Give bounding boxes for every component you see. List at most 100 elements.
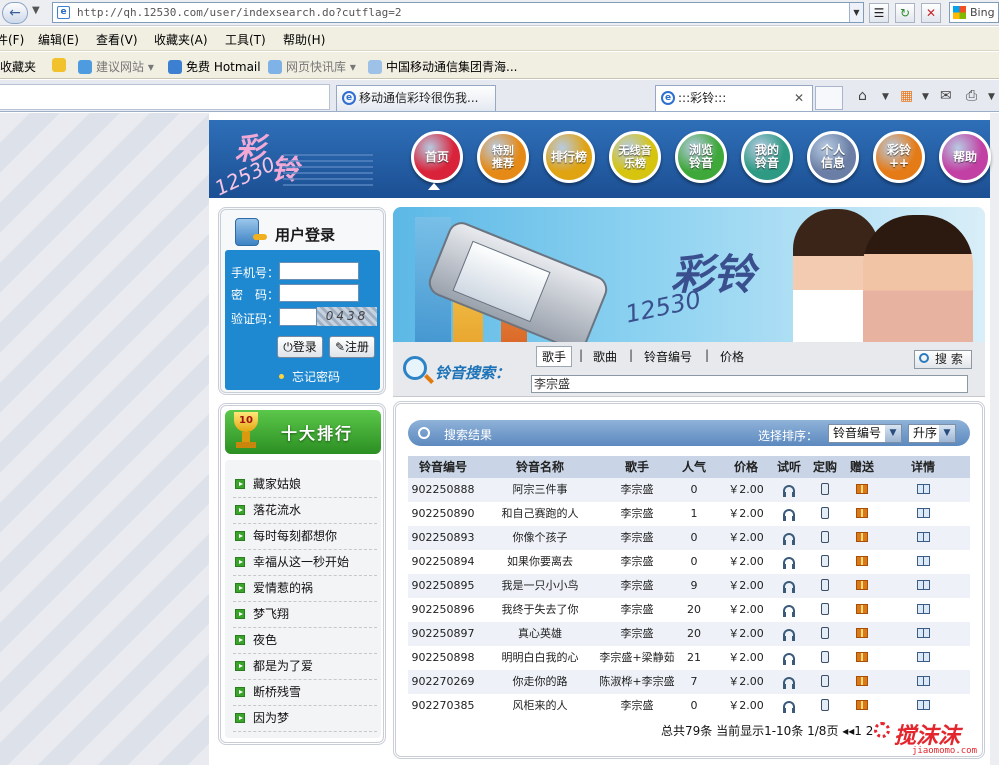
gift-icon[interactable]: [856, 556, 868, 566]
listen-headphone-icon[interactable]: [783, 533, 795, 545]
order-phone-icon[interactable]: [821, 555, 829, 567]
details-book-icon[interactable]: [916, 580, 930, 590]
nav-my-ringtones[interactable]: 我的铃音: [741, 131, 793, 183]
captcha-input[interactable]: [279, 308, 317, 326]
print-icon[interactable]: ⎙: [966, 88, 977, 104]
rank-item[interactable]: 藏家姑娘: [233, 472, 377, 498]
forgot-password-link[interactable]: 忘记密码: [279, 368, 340, 385]
details-book-icon[interactable]: [916, 676, 930, 686]
ringtone-name-cell[interactable]: 你走你的路: [480, 670, 600, 694]
register-button[interactable]: ✎注册: [329, 336, 375, 358]
ringtone-name-cell[interactable]: 明明白白我的心: [480, 646, 600, 670]
menu-file[interactable]: 件(F): [0, 31, 24, 48]
rank-item[interactable]: 断桥残雪: [233, 680, 377, 706]
menu-edit[interactable]: 编辑(E): [38, 31, 79, 48]
ringtone-name-cell[interactable]: 风柜来的人: [480, 694, 600, 718]
listen-headphone-icon[interactable]: [783, 653, 795, 665]
tab-mobile-ringtone[interactable]: e 移动通信彩玲很伤我...: [336, 85, 496, 111]
rank-item[interactable]: 落花流水: [233, 498, 377, 524]
search-box[interactable]: Bing: [949, 2, 999, 23]
fav-suggested-sites[interactable]: 建议网站 ▾: [78, 58, 154, 75]
listen-headphone-icon[interactable]: [783, 581, 795, 593]
nav-personal-info[interactable]: 个人信息: [807, 131, 859, 183]
rank-item[interactable]: 梦飞翔: [233, 602, 377, 628]
close-tab-icon[interactable]: ✕: [794, 86, 804, 110]
ringtone-name-cell[interactable]: 和自己赛跑的人: [480, 502, 600, 526]
nav-wireless-music[interactable]: 无线音乐榜: [609, 131, 661, 183]
feeds-icon[interactable]: ▦: [900, 88, 913, 104]
listen-headphone-icon[interactable]: [783, 629, 795, 641]
rank-item[interactable]: 每时每刻都想你: [233, 524, 377, 550]
order-phone-icon[interactable]: [821, 675, 829, 687]
search-tab-singer[interactable]: 歌手: [536, 346, 573, 367]
url-dropdown-icon[interactable]: ▼: [849, 3, 863, 22]
order-phone-icon[interactable]: [821, 483, 829, 495]
home-dropdown-icon[interactable]: ▼: [882, 92, 889, 102]
gift-icon[interactable]: [856, 652, 868, 662]
nav-browse-ringtones[interactable]: 浏览铃音: [675, 131, 727, 183]
ringtone-name-cell[interactable]: 如果你要离去: [480, 550, 600, 574]
order-phone-icon[interactable]: [821, 579, 829, 591]
order-phone-icon[interactable]: [821, 531, 829, 543]
gift-icon[interactable]: [856, 484, 868, 494]
nav-charts[interactable]: 排行榜: [543, 131, 595, 183]
details-book-icon[interactable]: [916, 484, 930, 494]
details-book-icon[interactable]: [916, 700, 930, 710]
menu-tools[interactable]: 工具(T): [225, 31, 266, 48]
order-phone-icon[interactable]: [821, 507, 829, 519]
listen-headphone-icon[interactable]: [783, 485, 795, 497]
search-tab-ringtone-id[interactable]: 铃音编号: [644, 348, 692, 365]
phone-input[interactable]: [279, 262, 359, 280]
mail-icon[interactable]: ✉: [940, 88, 952, 104]
ringtone-name-cell[interactable]: 真心英雄: [480, 622, 600, 646]
rank-item[interactable]: 幸福从这一秒开始: [233, 550, 377, 576]
menu-favorites[interactable]: 收藏夹(A): [154, 31, 208, 48]
sort-order-select[interactable]: 升序 ▼: [908, 424, 956, 443]
favorites-label[interactable]: 收藏夹: [0, 58, 36, 75]
gift-icon[interactable]: [856, 676, 868, 686]
search-tab-price[interactable]: 价格: [720, 348, 744, 365]
rank-item[interactable]: 爱情惹的祸: [233, 576, 377, 602]
ringtone-name-cell[interactable]: 我是一只小小鸟: [480, 574, 600, 598]
rank-item[interactable]: 都是为了爱: [233, 654, 377, 680]
login-button[interactable]: ⏻登录: [277, 336, 323, 358]
password-input[interactable]: [279, 284, 359, 302]
tab-ringtone-active[interactable]: e :::彩铃::: ✕: [655, 85, 813, 111]
rank-item[interactable]: 夜色: [233, 628, 377, 654]
print-dropdown-icon[interactable]: ▼: [988, 92, 995, 102]
order-phone-icon[interactable]: [821, 603, 829, 615]
menu-help[interactable]: 帮助(H): [283, 31, 325, 48]
stop-icon[interactable]: ✕: [921, 3, 941, 23]
nav-help[interactable]: 帮助: [939, 131, 991, 183]
nav-home[interactable]: 首页: [411, 131, 463, 183]
details-book-icon[interactable]: [916, 508, 930, 518]
details-book-icon[interactable]: [916, 532, 930, 542]
compatibility-icon[interactable]: ☰: [869, 3, 889, 23]
favorites-star-icon[interactable]: [52, 58, 70, 72]
details-book-icon[interactable]: [916, 652, 930, 662]
nav-ringtone-plus[interactable]: 彩铃++: [873, 131, 925, 183]
details-book-icon[interactable]: [916, 556, 930, 566]
url-field[interactable]: e http://qh.12530.com/user/indexsearch.d…: [52, 2, 864, 23]
search-input[interactable]: 李宗盛: [531, 375, 968, 393]
back-button[interactable]: ←: [2, 2, 28, 24]
nav-special-recommend[interactable]: 特别推荐: [477, 131, 529, 183]
gift-icon[interactable]: [856, 532, 868, 542]
history-dropdown-icon[interactable]: ▼: [32, 5, 40, 16]
listen-headphone-icon[interactable]: [783, 605, 795, 617]
gift-icon[interactable]: [856, 580, 868, 590]
new-tab-button[interactable]: [815, 86, 843, 110]
listen-headphone-icon[interactable]: [783, 677, 795, 689]
ringtone-name-cell[interactable]: 阿宗三件事: [480, 478, 600, 502]
details-book-icon[interactable]: [916, 628, 930, 638]
refresh-icon[interactable]: ↻: [895, 3, 915, 23]
sort-field-select[interactable]: 铃音编号 ▼: [828, 424, 902, 443]
fav-hotmail[interactable]: 免费 Hotmail: [168, 58, 261, 75]
gift-icon[interactable]: [856, 700, 868, 710]
order-phone-icon[interactable]: [821, 651, 829, 663]
feeds-dropdown-icon[interactable]: ▼: [922, 92, 929, 102]
details-book-icon[interactable]: [916, 604, 930, 614]
pagination[interactable]: 总共79条 当前显示1-10条 1/8页 ◂◂1 2: [661, 722, 873, 739]
search-tab-song[interactable]: 歌曲: [593, 348, 617, 365]
fav-webslice-gallery[interactable]: 网页快讯库 ▾: [268, 58, 356, 75]
